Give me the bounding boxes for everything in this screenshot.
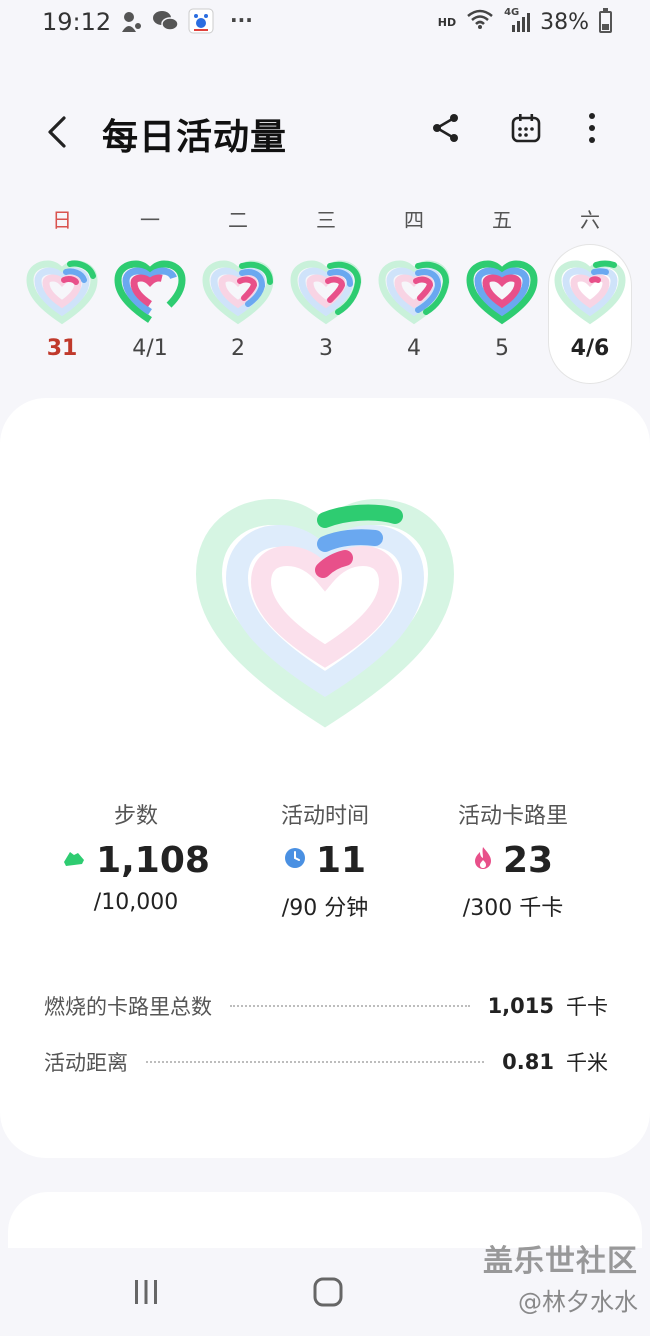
activity-heart-icon [114, 260, 186, 325]
battery-fill [602, 24, 609, 30]
day-item-mon[interactable]: 一 4/1 [110, 196, 190, 386]
day-date: 31 [46, 336, 78, 361]
hd-label: HD [437, 15, 457, 29]
dotted-leader [146, 1061, 485, 1063]
day-date: 4/1 [132, 336, 168, 361]
day-item-wed[interactable]: 三 3 [286, 196, 366, 386]
stat-label: 步数 [113, 804, 158, 829]
day-item-sat[interactable]: 六 4/6 [548, 196, 632, 386]
status-time: 19:12 [42, 8, 112, 36]
summary-list: 燃烧的卡路里总数 1,015 千卡 活动距离 0.81 千米 [44, 978, 608, 1090]
watermark-user: @林夕水水 [518, 1288, 638, 1316]
battery-icon [599, 8, 612, 33]
summary-row-total-calories: 燃烧的卡路里总数 1,015 千卡 [44, 978, 608, 1034]
day-item-tue[interactable]: 二 2 [198, 196, 278, 386]
stat-active-time[interactable]: 活动时间 11 /90 分钟 [225, 798, 425, 922]
activity-heart-icon [26, 260, 98, 325]
shoe-icon [62, 848, 86, 872]
share-icon [430, 112, 462, 148]
battery-percent: 38% [540, 9, 589, 35]
weekday-label: 日 [52, 208, 72, 232]
stats-row: 步数 1,108 /10,000 活动时间 11 /90 分钟 活动卡路里 23… [0, 798, 650, 928]
share-button[interactable] [422, 106, 470, 154]
activity-heart-icon [466, 260, 538, 325]
weekday-label: 三 [316, 208, 336, 232]
app-header: 每日活动量 [0, 100, 650, 164]
status-bar: 19:12 ··· HD 4G 38% [0, 0, 650, 44]
stat-goal: /300 千卡 [462, 896, 564, 921]
stat-value: 1,108 [96, 839, 210, 881]
cell-signal-icon: 4G [504, 7, 531, 33]
more-vertical-icon [586, 111, 598, 149]
signal-label: 4G [504, 7, 520, 18]
stat-label: 活动卡路里 [457, 804, 568, 829]
notification-app-icon [118, 8, 144, 39]
recents-icon [131, 1277, 161, 1311]
summary-row-distance: 活动距离 0.81 千米 [44, 1034, 608, 1090]
calendar-button[interactable] [502, 106, 550, 154]
stat-goal: /10,000 [93, 890, 179, 915]
weekday-label: 二 [228, 208, 248, 232]
summary-unit: 千米 [566, 1051, 608, 1075]
wechat-icon [152, 8, 180, 39]
summary-value: 0.81 [502, 1050, 554, 1074]
activity-heart-icon [554, 260, 626, 325]
wifi-icon [466, 8, 494, 36]
weekday-label: 四 [404, 208, 424, 232]
weekday-label: 五 [492, 208, 512, 232]
activity-summary-card: 步数 1,108 /10,000 活动时间 11 /90 分钟 活动卡路里 23… [0, 398, 650, 1158]
daily-activity-heart [195, 498, 455, 728]
summary-unit: 千卡 [566, 995, 608, 1019]
summary-label: 燃烧的卡路里总数 [44, 995, 212, 1019]
time-progress-arc [317, 529, 383, 552]
stat-active-calories[interactable]: 活动卡路里 23 /300 千卡 [413, 798, 613, 922]
activity-heart-icon [290, 260, 362, 325]
dotted-leader [230, 1005, 470, 1007]
status-right: HD 4G 38% [437, 7, 612, 36]
week-selector: 日 31 一 4/1 二 2 三 3 四 4 五 5 六 4/6 [0, 196, 650, 386]
chevron-left-icon [36, 116, 80, 160]
weekday-label: 一 [140, 208, 160, 232]
stat-steps[interactable]: 步数 1,108 /10,000 [36, 798, 236, 915]
weekday-label: 六 [580, 208, 600, 232]
activity-heart-icon [202, 260, 274, 325]
day-date: 5 [495, 336, 509, 361]
day-item-sun[interactable]: 日 31 [22, 196, 102, 386]
day-date: 4/6 [570, 336, 610, 361]
clock-icon [284, 847, 306, 873]
stat-value: 11 [315, 839, 367, 881]
home-icon [312, 1276, 344, 1312]
flame-icon [473, 846, 493, 874]
day-item-thu[interactable]: 四 4 [374, 196, 454, 386]
home-button[interactable] [298, 1274, 358, 1314]
activity-heart-icon [378, 260, 450, 325]
stat-label: 活动时间 [280, 804, 369, 829]
back-button[interactable] [36, 108, 80, 156]
more-notifications-icon: ··· [230, 8, 253, 32]
more-options-button[interactable] [568, 106, 616, 154]
recent-apps-button[interactable] [116, 1274, 176, 1314]
stat-goal: /90 分钟 [281, 896, 369, 921]
baidu-icon [188, 8, 214, 39]
summary-label: 活动距离 [44, 1051, 128, 1075]
day-date: 3 [319, 336, 333, 361]
steps-progress-arc [317, 504, 403, 528]
day-date: 2 [231, 336, 245, 361]
stat-value: 23 [502, 839, 554, 881]
page-title: 每日活动量 [102, 117, 288, 158]
summary-value: 1,015 [487, 994, 554, 1018]
calendar-icon [510, 112, 542, 148]
day-date: 4 [407, 336, 421, 361]
day-item-fri[interactable]: 五 5 [462, 196, 542, 386]
watermark-title: 盖乐世社区 [483, 1244, 638, 1279]
